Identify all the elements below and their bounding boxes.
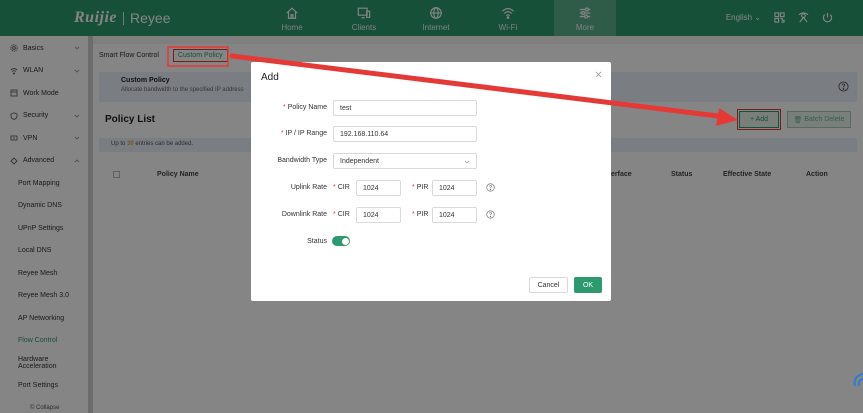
cancel-button[interactable]: Cancel — [529, 277, 568, 293]
chevron-down-icon — [464, 160, 470, 164]
status-toggle[interactable] — [332, 236, 350, 246]
help-icon[interactable] — [486, 210, 495, 219]
policy-name-row: * Policy Name test — [251, 100, 611, 116]
close-icon[interactable] — [595, 71, 602, 78]
policy-name-input[interactable]: test — [333, 100, 477, 116]
dialog-title: Add — [261, 72, 279, 83]
ip-range-input[interactable]: 192.168.110.64 — [333, 126, 477, 142]
bandwidth-type-row: Bandwidth Type Independent — [251, 153, 611, 169]
status-row: Status — [251, 234, 611, 250]
uplink-cir-input[interactable]: 1024 — [356, 180, 401, 196]
ip-range-row: * IP / IP Range 192.168.110.64 — [251, 126, 611, 142]
ok-button[interactable]: OK — [574, 277, 602, 293]
help-icon[interactable] — [486, 183, 495, 192]
bandwidth-type-select[interactable]: Independent — [333, 153, 477, 169]
downlink-pir-input[interactable]: 1024 — [432, 207, 477, 223]
add-policy-dialog: Add * Policy Name test * IP / IP Range 192… — [251, 62, 611, 301]
downlink-rate-row: Downlink Rate * CIR 1024 * PIR 1024 — [251, 207, 611, 223]
uplink-rate-row: Uplink Rate * CIR 1024 * PIR 1024 — [251, 180, 611, 196]
downlink-cir-input[interactable]: 1024 — [356, 207, 401, 223]
corner-widget-icon — [853, 373, 863, 387]
uplink-pir-input[interactable]: 1024 — [432, 180, 477, 196]
